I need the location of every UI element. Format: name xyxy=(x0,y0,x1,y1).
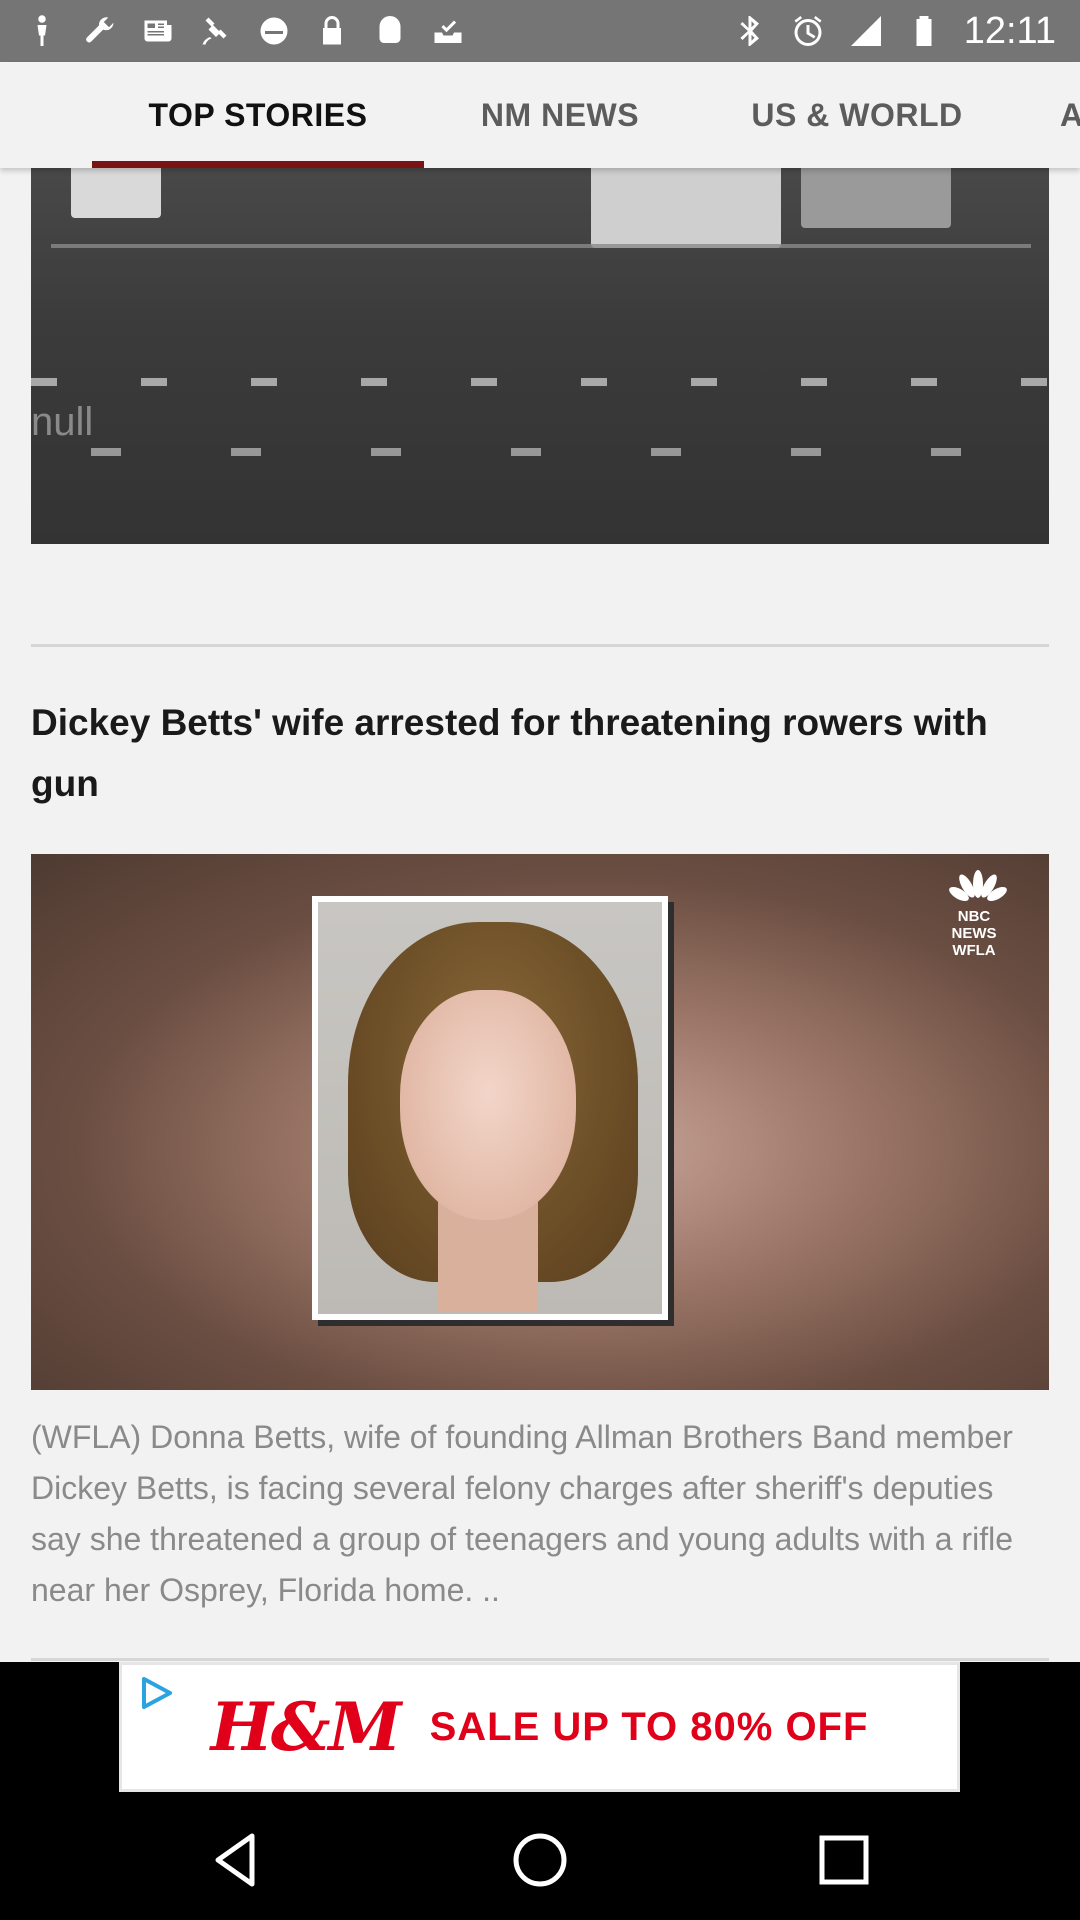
signal-icon xyxy=(850,16,881,46)
status-time: 12:11 xyxy=(963,9,1056,52)
car-shape xyxy=(801,168,951,228)
alarm-icon xyxy=(794,16,822,46)
status-icons-left xyxy=(24,13,466,49)
story-divider xyxy=(31,644,1049,647)
person-icon xyxy=(37,15,47,46)
home-icon xyxy=(513,1833,567,1887)
back-icon xyxy=(215,1833,255,1887)
inbox-check-icon xyxy=(434,20,462,43)
wrench-icon xyxy=(86,17,114,43)
lock-icon xyxy=(323,16,341,45)
ad-brand: H&M xyxy=(210,1688,402,1766)
lane-marking xyxy=(31,448,1049,456)
lane-marking xyxy=(31,378,1049,386)
story-summary[interactable]: (WFLA) Donna Betts, wife of founding All… xyxy=(31,1412,1051,1616)
tab-nm-news[interactable]: NM NEWS xyxy=(440,62,680,168)
news-feed[interactable]: null Dickey Betts' wife arrested for thr… xyxy=(0,168,1080,1662)
mugshot-photo xyxy=(318,902,662,1314)
car-shape xyxy=(591,168,781,248)
back-button[interactable] xyxy=(206,1828,270,1892)
home-button[interactable] xyxy=(508,1828,572,1892)
recents-button[interactable] xyxy=(812,1828,876,1892)
tab-top-stories[interactable]: TOP STORIES xyxy=(92,62,424,168)
battery-icon xyxy=(916,16,932,46)
story-headline[interactable]: Dickey Betts' wife arrested for threaten… xyxy=(31,692,1031,814)
news-icon xyxy=(144,20,172,42)
android-icon xyxy=(379,16,401,43)
satellite-icon xyxy=(202,17,227,45)
app-root: 12:11 TOP STORIES NM NEWS US & WORLD A n… xyxy=(0,0,1080,1920)
image-logo-text: NBC NEWS WFLA xyxy=(951,908,997,959)
status-icons-right: 12:11 xyxy=(732,10,1056,53)
story-divider xyxy=(31,1658,1049,1661)
ad-banner[interactable]: H&M SALE UP TO 80% OFF xyxy=(119,1662,960,1792)
lane-marking xyxy=(51,244,1031,248)
tab-us-world[interactable]: US & WORLD xyxy=(722,62,992,168)
category-tab-bar: TOP STORIES NM NEWS US & WORLD A xyxy=(0,62,1080,168)
story-image-road[interactable] xyxy=(31,168,1049,544)
story-image-mugshot[interactable]: NBC NEWS WFLA xyxy=(31,854,1049,1390)
face-shape xyxy=(400,990,576,1220)
block-icon xyxy=(260,17,288,45)
mugshot-frame xyxy=(312,896,668,1320)
system-nav-bar xyxy=(0,1798,1080,1920)
ad-text: SALE UP TO 80% OFF xyxy=(429,1704,869,1749)
recents-icon xyxy=(819,1835,869,1885)
adchoices-play-icon[interactable] xyxy=(136,1673,176,1713)
car-shape xyxy=(71,168,161,218)
tab-partial[interactable]: A xyxy=(1060,62,1080,168)
bluetooth-icon xyxy=(740,16,759,46)
story-title-null[interactable]: null xyxy=(31,400,93,445)
active-tab-indicator xyxy=(92,161,424,168)
status-bar: 12:11 xyxy=(0,0,1080,62)
